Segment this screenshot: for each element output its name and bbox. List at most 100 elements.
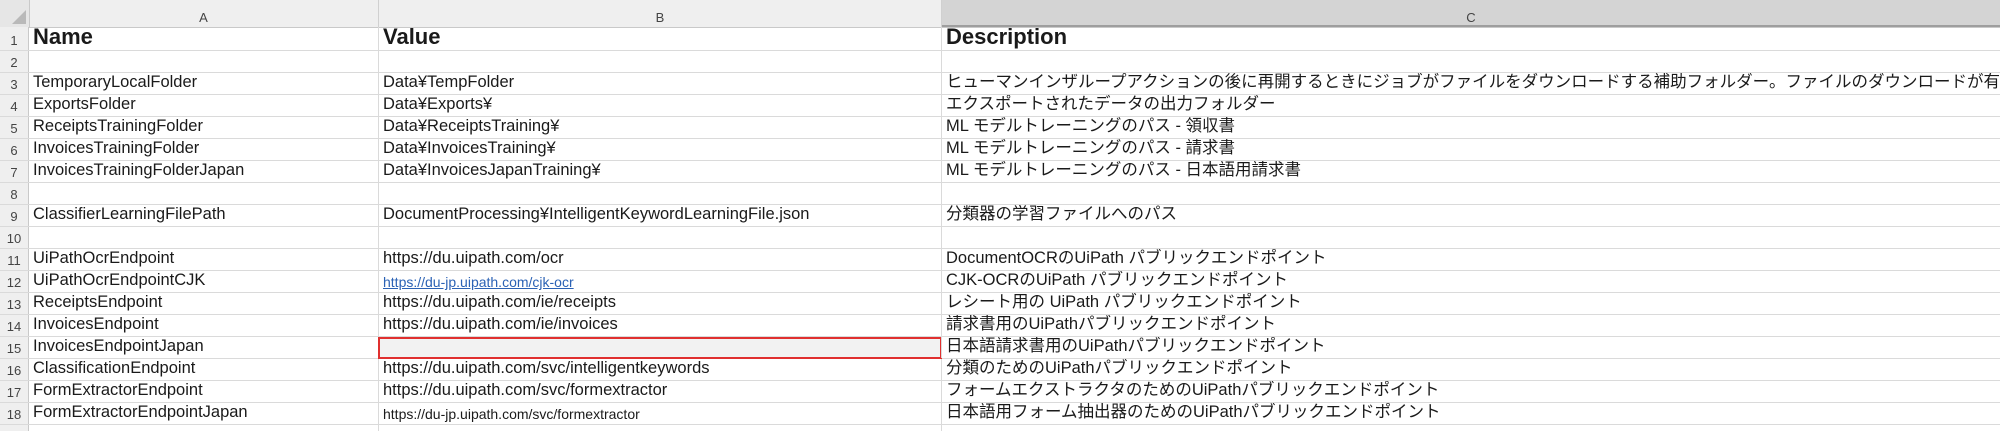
cell-b8[interactable] [379,183,942,204]
select-all-button[interactable] [0,0,30,27]
cell-b1[interactable]: Value [379,27,942,50]
cell-a13[interactable]: ReceiptsEndpoint [29,293,379,314]
cell-a12[interactable]: UiPathOcrEndpointCJK [29,271,379,292]
cell-b15[interactable] [379,337,942,358]
table-row: 1 Name Value Description [0,27,2000,51]
cell-b11[interactable]: https://du.uipath.com/ocr [379,249,942,270]
column-header-b[interactable]: B [379,0,942,27]
cell-c11[interactable]: DocumentOCRのUiPath パブリックエンドポイント [942,249,2000,270]
cell-c13[interactable]: レシート用の UiPath パブリックエンドポイント [942,293,2000,314]
table-row: 6 InvoicesTrainingFolder Data¥InvoicesTr… [0,139,2000,161]
column-header-row: A B C [0,0,2000,28]
cell-a14[interactable]: InvoicesEndpoint [29,315,379,336]
row-number[interactable]: 10 [0,227,29,248]
cell-a17[interactable]: FormExtractorEndpoint [29,381,379,402]
row-number[interactable]: 15 [0,337,29,358]
table-row: 10 [0,227,2000,249]
cell-c15[interactable]: 日本語請求書用のUiPathパブリックエンドポイント [942,337,2000,358]
cell-c19[interactable] [942,425,2000,431]
row-number[interactable]: 11 [0,249,29,270]
cell-b5[interactable]: Data¥ReceiptsTraining¥ [379,117,942,138]
cell-b14[interactable]: https://du.uipath.com/ie/invoices [379,315,942,336]
cell-c3[interactable]: ヒューマンインザループアクションの後に再開するときにジョブがファイルをダウンロー… [942,73,2000,94]
cell-b3[interactable]: Data¥TempFolder [379,73,942,94]
table-row: 4 ExportsFolder Data¥Exports¥ エクスポートされたデ… [0,95,2000,117]
table-row: 15 InvoicesEndpointJapan 日本語請求書用のUiPathパ… [0,337,2000,359]
cell-b9[interactable]: DocumentProcessing¥IntelligentKeywordLea… [379,205,942,226]
cell-b4[interactable]: Data¥Exports¥ [379,95,942,116]
row-number[interactable]: 6 [0,139,29,160]
cell-b19[interactable] [379,425,942,431]
row-number[interactable]: 12 [0,271,29,292]
row-number[interactable]: 5 [0,117,29,138]
row-number[interactable]: 13 [0,293,29,314]
cell-b6[interactable]: Data¥InvoicesTraining¥ [379,139,942,160]
table-row: 17 FormExtractorEndpoint https://du.uipa… [0,381,2000,403]
row-number[interactable]: 3 [0,73,29,94]
table-row: 14 InvoicesEndpoint https://du.uipath.co… [0,315,2000,337]
column-header-c[interactable]: C [942,0,2000,27]
row-number[interactable]: 8 [0,183,29,204]
column-header-a[interactable]: A [29,0,379,27]
table-row: 11 UiPathOcrEndpoint https://du.uipath.c… [0,249,2000,271]
cell-c1[interactable]: Description [942,27,2000,50]
cell-a16[interactable]: ClassificationEndpoint [29,359,379,380]
cell-c5[interactable]: ML モデルトレーニングのパス - 領収書 [942,117,2000,138]
table-row: 9 ClassifierLearningFilePath DocumentPro… [0,205,2000,227]
cell-b17[interactable]: https://du.uipath.com/svc/formextractor [379,381,942,402]
row-number[interactable]: 7 [0,161,29,182]
cell-b16[interactable]: https://du.uipath.com/svc/intelligentkey… [379,359,942,380]
row-number[interactable]: 4 [0,95,29,116]
cell-a6[interactable]: InvoicesTrainingFolder [29,139,379,160]
select-all-icon [12,10,26,24]
cell-c10[interactable] [942,227,2000,248]
table-row: 7 InvoicesTrainingFolderJapan Data¥Invoi… [0,161,2000,183]
cell-c9[interactable]: 分類器の学習ファイルへのパス [942,205,2000,226]
cell-a5[interactable]: ReceiptsTrainingFolder [29,117,379,138]
row-number[interactable]: 9 [0,205,29,226]
cell-c7[interactable]: ML モデルトレーニングのパス - 日本語用請求書 [942,161,2000,182]
cell-a8[interactable] [29,183,379,204]
cell-b13[interactable]: https://du.uipath.com/ie/receipts [379,293,942,314]
table-row: 2 [0,51,2000,73]
cell-c12[interactable]: CJK-OCRのUiPath パブリックエンドポイント [942,271,2000,292]
cell-c16[interactable]: 分類のためのUiPathパブリックエンドポイント [942,359,2000,380]
cell-a18[interactable]: FormExtractorEndpointJapan [29,403,379,424]
cell-a19[interactable] [29,425,379,431]
cell-b2[interactable] [379,51,942,72]
row-number[interactable]: 14 [0,315,29,336]
table-row: 18 FormExtractorEndpointJapan https://du… [0,403,2000,425]
spreadsheet: A B C 1 Name Value Description 2 3 Tempo… [0,0,2000,431]
cell-c4[interactable]: エクスポートされたデータの出力フォルダー [942,95,2000,116]
cell-b18[interactable]: https://du-jp.uipath.com/svc/formextract… [379,403,942,424]
cell-a2[interactable] [29,51,379,72]
table-row: 3 TemporaryLocalFolder Data¥TempFolder ヒ… [0,73,2000,95]
row-number[interactable]: 18 [0,403,29,424]
cell-b7[interactable]: Data¥InvoicesJapanTraining¥ [379,161,942,182]
cell-a15[interactable]: InvoicesEndpointJapan [29,337,379,358]
cell-a9[interactable]: ClassifierLearningFilePath [29,205,379,226]
cell-c17[interactable]: フォームエクストラクタのためのUiPathパブリックエンドポイント [942,381,2000,402]
row-number[interactable]: 1 [0,27,29,50]
table-row: 5 ReceiptsTrainingFolder Data¥ReceiptsTr… [0,117,2000,139]
cell-c6[interactable]: ML モデルトレーニングのパス - 請求書 [942,139,2000,160]
cell-a11[interactable]: UiPathOcrEndpoint [29,249,379,270]
cell-c18[interactable]: 日本語用フォーム抽出器のためのUiPathパブリックエンドポイント [942,403,2000,424]
table-row: 12 UiPathOcrEndpointCJK https://du-jp.ui… [0,271,2000,293]
cell-b10[interactable] [379,227,942,248]
cell-c14[interactable]: 請求書用のUiPathパブリックエンドポイント [942,315,2000,336]
row-number[interactable]: 16 [0,359,29,380]
cell-c8[interactable] [942,183,2000,204]
cell-a10[interactable] [29,227,379,248]
row-number[interactable]: 2 [0,51,29,72]
cell-c2[interactable] [942,51,2000,72]
cell-b12-link[interactable]: https://du-jp.uipath.com/cjk-ocr [379,271,942,292]
table-row: 16 ClassificationEndpoint https://du.uip… [0,359,2000,381]
row-number[interactable] [0,425,29,431]
row-number[interactable]: 17 [0,381,29,402]
cell-a4[interactable]: ExportsFolder [29,95,379,116]
cell-a1[interactable]: Name [29,27,379,50]
cell-a7[interactable]: InvoicesTrainingFolderJapan [29,161,379,182]
cell-a3[interactable]: TemporaryLocalFolder [29,73,379,94]
table-row [0,425,2000,431]
